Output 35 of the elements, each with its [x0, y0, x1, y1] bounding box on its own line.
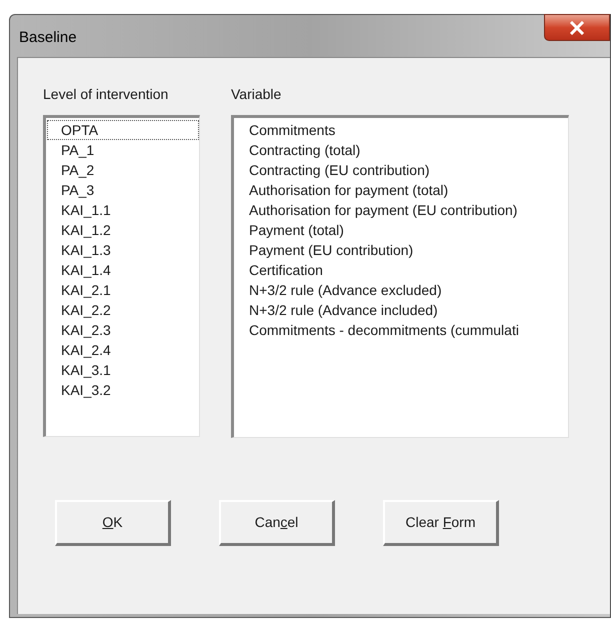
list-item[interactable]: KAI_1.1	[47, 200, 199, 220]
list-item[interactable]: Commitments	[235, 120, 568, 140]
list-label: Level of intervention	[43, 85, 170, 103]
list-item[interactable]: Authorisation for payment (EU contribution)	[235, 200, 568, 220]
list-item[interactable]: Contracting (total)	[235, 140, 568, 160]
list-item[interactable]: Contracting (EU contribution)	[235, 160, 568, 180]
list-item[interactable]: PA_3	[47, 180, 199, 200]
list-item[interactable]: KAI_2.1	[47, 280, 199, 300]
dialog-button[interactable]: Clear Form	[383, 500, 499, 546]
list-item[interactable]: OPTA	[47, 120, 199, 140]
dialog-button[interactable]: OK	[55, 500, 171, 546]
dialog-button[interactable]: Cancel	[219, 500, 335, 546]
list-box[interactable]	[231, 115, 569, 438]
list-item[interactable]: PA_1	[47, 140, 199, 160]
list-item[interactable]: Commitments - decommitments (cummulati	[235, 320, 568, 340]
list-item[interactable]: Payment (total)	[235, 220, 568, 240]
list-box[interactable]: OPTA PA_1 PA_2 PA_3 KAI_1.1 KAI_1.2 KAI_1.3 KAI_1.4 KAI_2.1 KAI_2.2 KAI_2.3 KAI_2.4 KAI_3.1 KAI_3.2	[43, 115, 200, 437]
list-item[interactable]: Payment (EU contribution)	[235, 240, 568, 260]
list-item[interactable]: PA_2	[47, 160, 199, 180]
list-item[interactable]: KAI_2.4	[47, 340, 199, 360]
list-label: Variable	[231, 85, 282, 103]
list-item[interactable]: Certification	[235, 260, 568, 280]
list-item[interactable]: KAI_1.3	[47, 240, 199, 260]
list-item[interactable]: KAI_3.2	[47, 380, 199, 400]
list-item[interactable]: Authorisation for payment (total)	[235, 180, 568, 200]
list-item[interactable]: KAI_1.4	[47, 260, 199, 280]
list-item[interactable]: KAI_1.2	[47, 220, 199, 240]
list-item[interactable]: KAI_2.2	[47, 300, 199, 320]
list-item[interactable]: KAI_2.3	[47, 320, 199, 340]
list-item[interactable]: N+3/2 rule (Advance excluded)	[235, 280, 568, 300]
close-icon	[569, 20, 585, 34]
list-item[interactable]: KAI_3.1	[47, 360, 199, 380]
list-item[interactable]: N+3/2 rule (Advance included)	[235, 300, 568, 320]
window-title: Baseline	[19, 29, 77, 47]
close-button[interactable]	[544, 14, 610, 41]
